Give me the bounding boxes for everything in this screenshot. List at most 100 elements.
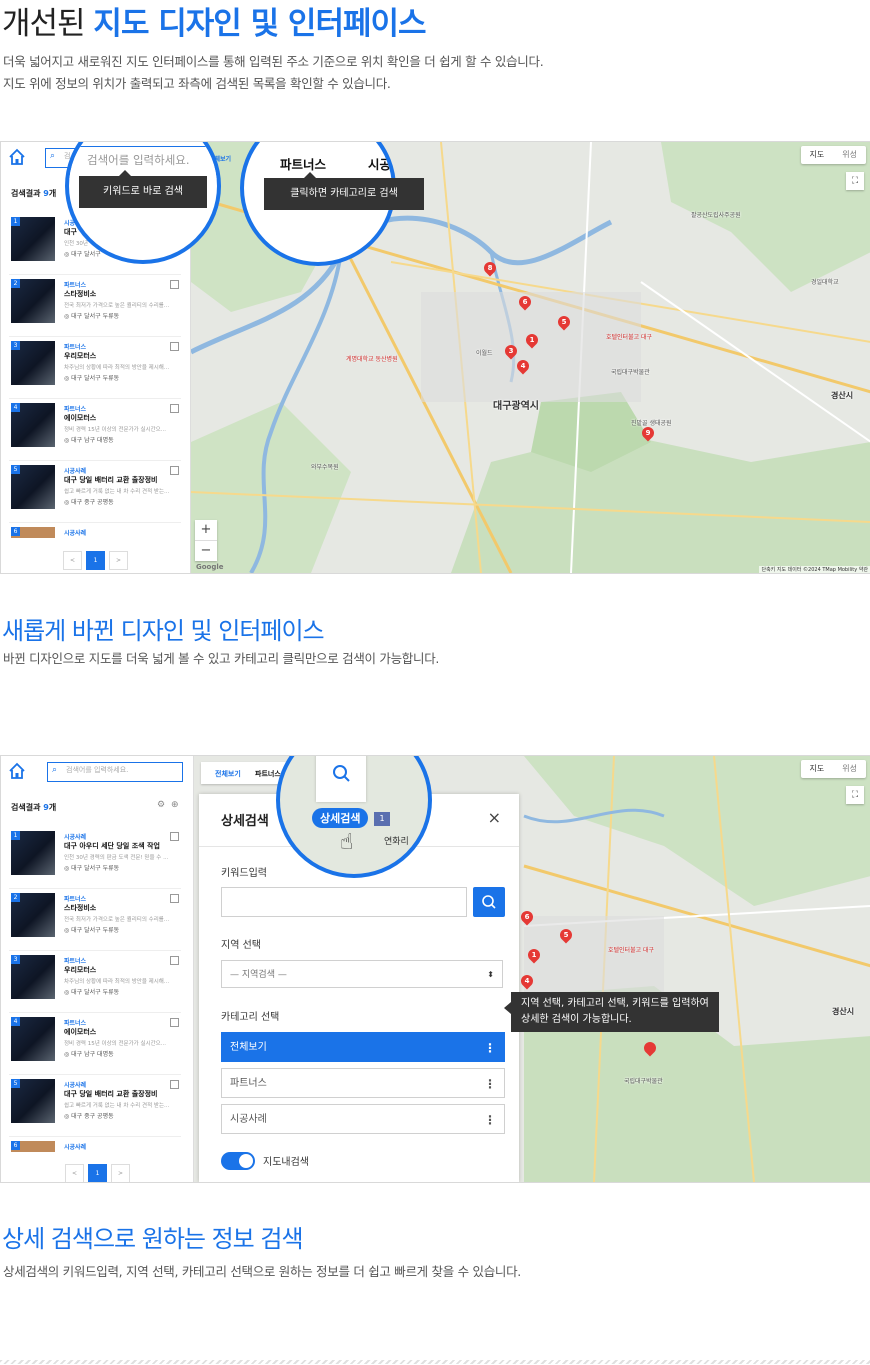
item-title: 대구	[64, 228, 77, 236]
section1-title: 개선된 지도 디자인 및 인터페이스	[2, 0, 427, 43]
external-link-icon[interactable]	[170, 832, 179, 841]
home-icon[interactable]	[7, 761, 27, 781]
search-icon: ⌕	[50, 151, 56, 161]
list-item[interactable]: 6 시공사례	[9, 1138, 181, 1152]
section2-desc: 바뀐 디자인으로 지도를 더욱 넓게 볼 수 있고 카테고리 클릭만으로 검색이…	[3, 651, 440, 666]
map-type-satellite[interactable]: 위성	[833, 146, 866, 164]
place-label: 계명대학교 동산병원	[346, 356, 398, 363]
list-item[interactable]: 3 파트너스 우리모터스 차주님의 상황에 따라 최적의 방안을 제시해... …	[9, 338, 181, 399]
list-item[interactable]: 5 시공사례 대구 당일 배터리 교환 출장정비 쉽고 빠르게 거룩 없는 내 …	[9, 1076, 181, 1137]
map-pin[interactable]: 5	[557, 926, 575, 944]
pager-page[interactable]: 1	[88, 1164, 107, 1182]
external-link-icon[interactable]	[170, 956, 179, 965]
pager-next[interactable]: >	[111, 1164, 130, 1182]
map-attribution[interactable]: 단축키 지도 데이터 ©2024 TMap Mobility 약관	[759, 566, 870, 573]
external-link-icon[interactable]	[170, 404, 179, 413]
list-item[interactable]: 4 파트너스 에이모터스 정비 경력 15년 이상의 전문가가 실시간으... …	[9, 1014, 181, 1075]
map-pin[interactable]: 4	[514, 357, 532, 375]
external-link-icon[interactable]	[170, 280, 179, 289]
pager-prev[interactable]: <	[63, 551, 82, 570]
map-pin[interactable]: 6	[518, 908, 536, 926]
map-pin[interactable]: 4	[518, 972, 536, 990]
item-category: 파트너스	[64, 406, 87, 413]
list-item[interactable]: 5 시공사례 대구 당일 배터리 교환 출장정비 쉽고 빠르게 거룩 없는 내 …	[9, 462, 181, 523]
pager-prev[interactable]: <	[65, 1164, 84, 1182]
map-pin[interactable]: 3	[502, 342, 520, 360]
external-link-icon[interactable]	[170, 342, 179, 351]
fullscreen-icon[interactable]: ⛶	[846, 786, 864, 804]
close-icon[interactable]: ×	[488, 808, 501, 827]
item-number: 2	[11, 893, 20, 902]
map-type-map[interactable]: 지도	[801, 760, 834, 778]
pager-page[interactable]: 1	[86, 551, 105, 570]
place-label: 국립대구박물관	[611, 369, 650, 376]
section1-title-light: 개선된	[2, 6, 86, 42]
item-number: 1	[11, 217, 20, 226]
item-category: 시공사례	[64, 834, 87, 841]
external-link-icon[interactable]	[170, 466, 179, 475]
map-pin[interactable]: 5	[555, 313, 573, 331]
list-item[interactable]: 2 파트너스 스타정비소 전국 최저가 가격으로 높은 퀄리티의 수리를... …	[9, 276, 181, 337]
item-thumbnail: 5	[11, 1079, 55, 1123]
map-pin[interactable]: 9	[639, 424, 657, 442]
keyword-input[interactable]	[221, 887, 467, 917]
zoom-search-placeholder: 검색어를 입력하세요.	[87, 153, 190, 167]
external-link-icon[interactable]	[170, 1080, 179, 1089]
detail-search-title: 상세검색	[221, 814, 269, 829]
list-item[interactable]: 6 시공사례	[9, 524, 181, 538]
map-search-toggle[interactable]	[221, 1152, 255, 1170]
home-icon[interactable]	[7, 147, 27, 167]
item-number: 3	[11, 955, 20, 964]
category-option-all[interactable]: 전체보기 ⋮	[221, 1032, 505, 1062]
map-pin[interactable]	[641, 1039, 659, 1057]
external-link-icon[interactable]	[170, 1018, 179, 1027]
fullscreen-icon[interactable]: ⛶	[846, 172, 864, 190]
settings-icon[interactable]: ⚙	[157, 800, 165, 810]
map-pin[interactable]: 8	[481, 259, 499, 277]
external-link-icon[interactable]	[170, 894, 179, 903]
item-title: 대구 아우디 세단 당일 조색 작업	[64, 842, 160, 850]
map-type-satellite[interactable]: 위성	[833, 760, 866, 778]
select-arrow-icon: ⬍	[487, 970, 494, 979]
item-title: 스타정비소	[64, 290, 97, 298]
item-number: 4	[11, 1017, 20, 1026]
zoom-control[interactable]: + −	[195, 520, 217, 561]
map-pin[interactable]: 1	[523, 331, 541, 349]
sidebar: ⌕ 검색어를 입력하세요. 검색결과 9개 ⚙ ⊕ 1 시공사례 대구 아우디 …	[1, 756, 194, 1182]
map-type-toggle[interactable]: 지도 위성	[800, 146, 866, 164]
map-type-map[interactable]: 지도	[801, 146, 834, 164]
tooltip-keyword: 키워드로 바로 검색	[79, 170, 207, 208]
tab-all[interactable]: 전체보기	[215, 769, 241, 779]
list-item[interactable]: 2 파트너스 스타정비소 전국 최저가 가격으로 높은 퀄리티의 수리를... …	[9, 890, 181, 951]
place-label: 이월드	[476, 350, 493, 357]
search-placeholder: 검색어를 입력하세요.	[66, 766, 129, 774]
zoom-out-button[interactable]: −	[195, 540, 217, 561]
location-icon[interactable]: ⊕	[171, 800, 179, 810]
map-type-toggle[interactable]: 지도 위성	[800, 760, 866, 778]
list-item[interactable]: 1 시공사례 대구 아우디 세단 당일 조색 작업 인천 30년 경력의 판금 …	[9, 828, 181, 889]
item-address: ◎ 대구 달서구 두류동	[64, 989, 120, 996]
list-item[interactable]: 3 파트너스 우리모터스 차주님의 상황에 따라 최적의 방안을 제시해... …	[9, 952, 181, 1013]
item-number: 6	[11, 527, 20, 536]
keyword-search-button[interactable]	[473, 887, 505, 917]
place-label: 진밭골 생태공원	[631, 420, 672, 427]
item-summary: 차주님의 상황에 따라 최적의 방안을 제시해...	[64, 365, 170, 371]
map-pin[interactable]: 6	[516, 293, 534, 311]
search-input[interactable]: ⌕ 검색어를 입력하세요.	[47, 762, 183, 782]
tab-partners[interactable]: 파트너스	[255, 769, 281, 779]
section3-title: 상세 검색으로 원하는 정보 검색	[2, 1225, 304, 1253]
category-option-partners[interactable]: 파트너스 ⋮	[221, 1068, 505, 1098]
list-item[interactable]: 4 파트너스 에이모터스 정비 경력 15년 이상의 전문가가 실시간으... …	[9, 400, 181, 461]
region-select[interactable]: — 지역검색 — ⬍	[221, 960, 503, 988]
pager-next[interactable]: >	[109, 551, 128, 570]
item-number: 3	[11, 341, 20, 350]
item-thumbnail: 4	[11, 1017, 55, 1061]
map-pin[interactable]: 1	[525, 946, 543, 964]
item-summary: 인천 30년 경력의 판금 도색 전문! 믿을 수 ...	[64, 855, 169, 861]
category-option-cases[interactable]: 시공사례 ⋮	[221, 1104, 505, 1134]
result-unit: 개	[48, 189, 57, 198]
detail-search-button[interactable]: 상세검색	[312, 808, 369, 828]
search-icon: ⌕	[52, 765, 58, 775]
zoom-in-button[interactable]: +	[195, 520, 217, 540]
detail-search-trigger[interactable]	[316, 756, 366, 802]
